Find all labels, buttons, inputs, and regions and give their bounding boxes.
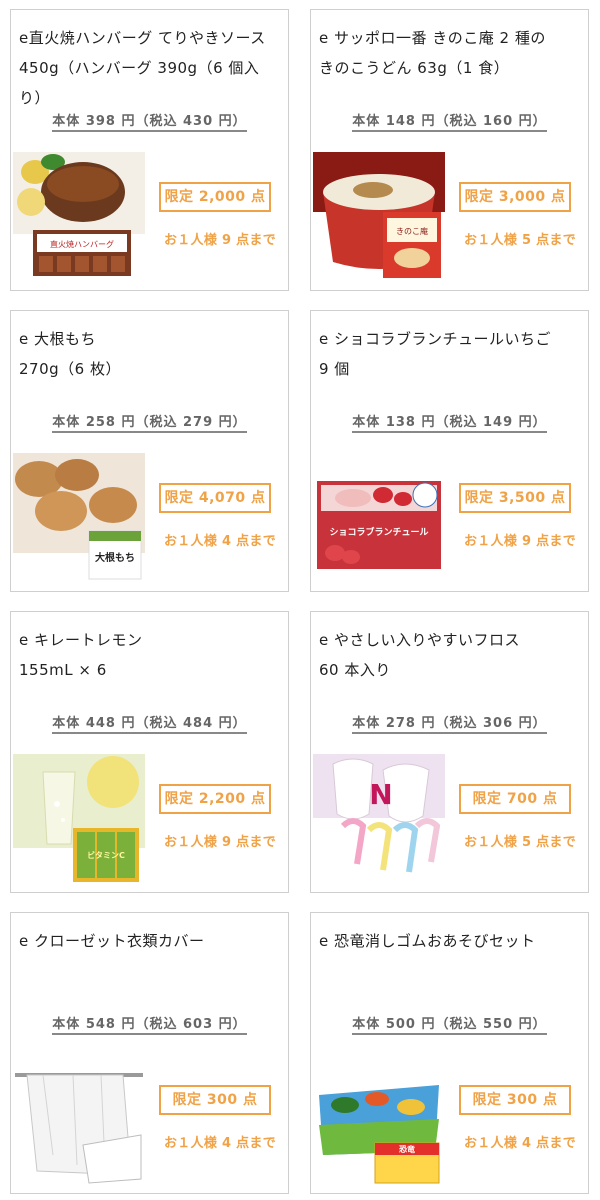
limited-quantity-badge: 限定 3,000 点 <box>459 182 571 212</box>
limited-quantity-badge: 限定 300 点 <box>159 1085 271 1115</box>
package-label: 大根もち <box>95 551 135 564</box>
per-user-limit: お１人様 9 点まで <box>163 233 277 248</box>
limited-quantity-badge: 限定 3,500 点 <box>459 483 571 513</box>
limited-quantity-badge: 限定 300 点 <box>459 1085 571 1115</box>
product-grid: e直火焼ハンバーグ てりやきソース 450g（ハンバーグ 390g（6 個入り）… <box>10 9 590 1194</box>
per-user-limit: お１人様 4 点まで <box>463 1136 577 1151</box>
product-title: e 大根もち 270g（6 枚） <box>19 330 121 378</box>
product-card[interactable]: e やさしい入りやすいフロス 60 本入り 本体 278 円（税込 306 円）… <box>310 611 589 893</box>
package-label: 直火焼ハンバーグ <box>50 239 114 249</box>
limited-quantity-badge: 限定 2,200 点 <box>159 784 271 814</box>
product-card[interactable]: e ショコラブランチュールいちご 9 個 本体 138 円（税込 149 円） … <box>310 310 589 592</box>
package-label: ショコラブランチュール <box>329 526 428 538</box>
limited-quantity-badge: 限定 4,070 点 <box>159 483 271 513</box>
product-title: e ショコラブランチュールいちご 9 個 <box>319 330 551 378</box>
product-price[interactable]: 本体 398 円（税込 430 円） <box>11 110 288 132</box>
product-price[interactable]: 本体 138 円（税込 149 円） <box>311 411 588 433</box>
chocolat-blanchur-strawberry-image: ショコラブランチュール <box>313 453 445 583</box>
product-card[interactable]: e キレートレモン 155mL × 6 本体 448 円（税込 484 円） ビ… <box>10 611 289 893</box>
package-label: きのこ庵 <box>396 226 428 236</box>
product-card[interactable]: e クローゼット衣類カバー 本体 548 円（税込 603 円） 限定 300 … <box>10 912 289 1194</box>
product-card[interactable]: e 大根もち 270g（6 枚） 本体 258 円（税込 279 円） 大根もち… <box>10 310 289 592</box>
product-title: e やさしい入りやすいフロス 60 本入り <box>319 631 520 679</box>
closet-clothes-cover-image <box>13 1055 145 1185</box>
per-user-limit: お１人様 5 点まで <box>463 835 577 850</box>
product-price[interactable]: 本体 148 円（税込 160 円） <box>311 110 588 132</box>
per-user-limit: お１人様 4 点まで <box>163 1136 277 1151</box>
product-price[interactable]: 本体 500 円（税込 550 円） <box>311 1013 588 1035</box>
hamburg-steak-image: 直火焼ハンバーグ <box>13 152 145 276</box>
limited-quantity-badge: 限定 700 点 <box>459 784 571 814</box>
product-price[interactable]: 本体 548 円（税込 603 円） <box>11 1013 288 1035</box>
daikon-mochi-image: 大根もち <box>13 453 145 580</box>
package-label: ビタミンC <box>87 850 125 860</box>
mushroom-udon-cup-image: きのこ庵 <box>313 152 445 282</box>
product-card[interactable]: e直火焼ハンバーグ てりやきソース 450g（ハンバーグ 390g（6 個入り）… <box>10 9 289 291</box>
per-user-limit: お１人様 9 点まで <box>163 835 277 850</box>
package-label: 恐竜 <box>399 1144 415 1154</box>
product-card[interactable]: e 恐竜消しゴムおあそびセット 本体 500 円（税込 550 円） 恐竜 限定… <box>310 912 589 1194</box>
product-title: e サッポロ一番 きのこ庵 2 種の きのこうどん 63g（1 食） <box>319 29 546 77</box>
product-title: e直火焼ハンバーグ てりやきソース 450g（ハンバーグ 390g（6 個入り） <box>19 29 266 107</box>
dinosaur-eraser-set-image: 恐竜 <box>313 1055 445 1185</box>
per-user-limit: お１人様 4 点まで <box>163 534 277 549</box>
product-price[interactable]: 本体 448 円（税込 484 円） <box>11 712 288 734</box>
product-card[interactable]: e サッポロ一番 きのこ庵 2 種の きのこうどん 63g（1 食） 本体 14… <box>310 9 589 291</box>
per-user-limit: お１人様 5 点まで <box>463 233 577 248</box>
product-title: e クローゼット衣類カバー <box>19 932 205 950</box>
kireto-lemon-drink-image: ビタミンC <box>13 754 145 882</box>
product-price[interactable]: 本体 278 円（税込 306 円） <box>311 712 588 734</box>
product-title: e キレートレモン 155mL × 6 <box>19 631 143 679</box>
product-price[interactable]: 本体 258 円（税込 279 円） <box>11 411 288 433</box>
dental-floss-image: N <box>313 754 445 884</box>
product-title: e 恐竜消しゴムおあそびセット <box>319 932 536 950</box>
limited-quantity-badge: 限定 2,000 点 <box>159 182 271 212</box>
per-user-limit: お１人様 9 点まで <box>463 534 577 549</box>
package-label: N <box>369 778 392 811</box>
